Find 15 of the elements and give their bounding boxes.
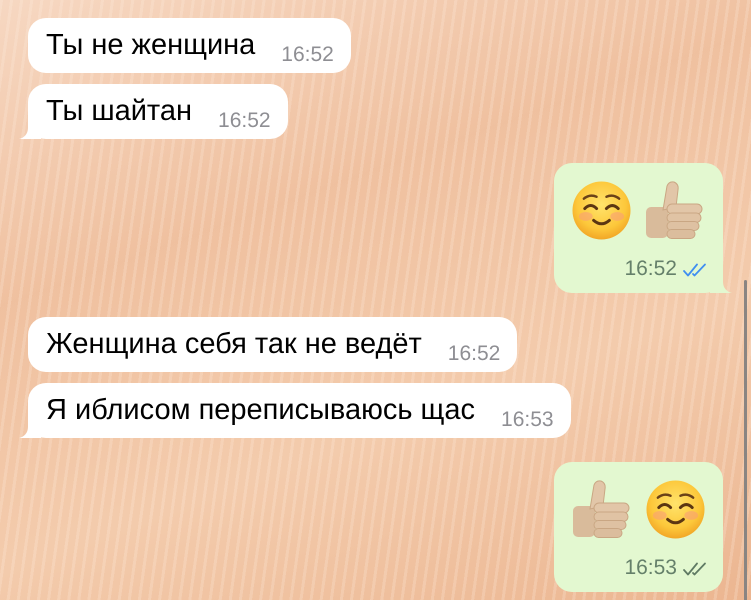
message-text: Женщина себя так не ведёт (46, 327, 422, 361)
scrollbar-thumb[interactable] (744, 280, 747, 600)
message-time: 16:52 (281, 45, 334, 65)
message-time: 16:52 (624, 259, 677, 279)
message-time: 16:52 (218, 111, 271, 131)
thumbs-up-icon (645, 180, 705, 240)
message-text: Я иблисом переписываюсь щас (46, 393, 476, 427)
message-time: 16:52 (448, 344, 500, 364)
message-time: 16:53 (624, 558, 677, 578)
message-time: 16:53 (501, 410, 554, 430)
thumbs-up-icon (572, 479, 632, 539)
message-text: Ты шайтан (46, 94, 192, 128)
message-text: Ты не женщина (46, 28, 256, 62)
smiling-face-icon (572, 180, 631, 240)
smiling-face-icon (646, 480, 705, 538)
